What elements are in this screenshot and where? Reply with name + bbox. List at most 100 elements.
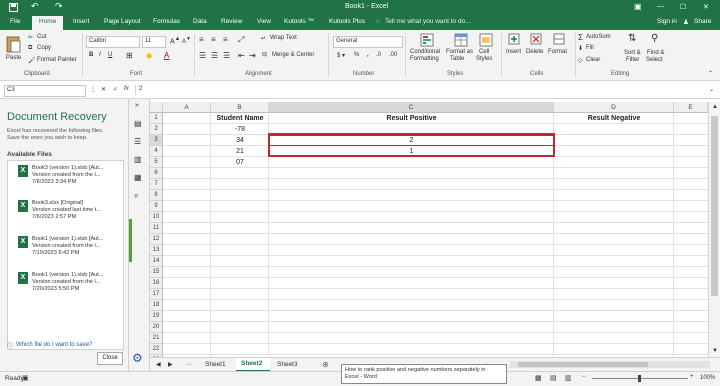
insert-function-icon[interactable]: fx [124, 86, 129, 92]
add-sheet-icon[interactable]: ⊕ [322, 360, 329, 369]
cell-b2[interactable]: -78 [211, 126, 269, 133]
save-icon[interactable] [9, 3, 18, 14]
increase-decimal-icon[interactable]: .0 [376, 52, 381, 58]
outdent-icon[interactable]: ⇥ [249, 51, 256, 60]
cell-styles-button[interactable]: Cell Styles [476, 33, 498, 69]
currency-icon[interactable]: $ ▾ [337, 52, 345, 59]
find-replace-icon[interactable]: ⌕ [134, 191, 138, 201]
align-center-icon[interactable]: ☰ [211, 51, 218, 60]
minimize-button[interactable]: — [657, 3, 664, 10]
next-sheet-icon[interactable]: ▶ [168, 361, 173, 368]
row-header[interactable]: 15 [150, 267, 163, 278]
font-size-select[interactable]: 11 [142, 36, 166, 48]
row-header[interactable]: 16 [150, 278, 163, 289]
zoom-out-icon[interactable]: − [582, 374, 586, 380]
column-header-a[interactable]: A [163, 102, 211, 113]
row-header[interactable]: 7 [150, 179, 163, 190]
conditional-formatting-button[interactable]: Conditional Formatting [410, 33, 446, 69]
close-recovery-button[interactable]: Close [97, 352, 123, 365]
cell-b4[interactable]: 21 [211, 148, 269, 155]
row-header[interactable]: 18 [150, 300, 163, 311]
decrease-decimal-icon[interactable]: .00 [389, 52, 397, 58]
align-left-icon[interactable]: ☰ [199, 51, 206, 60]
column-header-c[interactable]: C [269, 102, 554, 113]
page-layout-view-icon[interactable]: ▤ [550, 374, 557, 382]
cancel-icon[interactable]: ✕ [101, 86, 106, 93]
column-list-icon[interactable]: ▥ [134, 155, 142, 164]
sheet-menu-icon[interactable]: … [186, 361, 192, 367]
row-header[interactable]: 4 [150, 146, 163, 157]
clear-button[interactable]: Clear [586, 57, 600, 63]
row-header[interactable]: 20 [150, 322, 163, 333]
redo-icon[interactable]: ↷ [55, 1, 63, 12]
font-color-icon[interactable]: A [164, 51, 169, 60]
delete-cells-button[interactable]: Delete [526, 33, 546, 63]
copy-button[interactable]: Copy [37, 45, 51, 51]
row-header[interactable]: 12 [150, 234, 163, 245]
insert-cells-button[interactable]: Insert [505, 33, 523, 63]
font-name-select[interactable]: Calibri [86, 36, 140, 48]
number-format-select[interactable]: General [333, 36, 403, 48]
tell-me-box[interactable]: Tell me what you want to do... [385, 18, 471, 25]
zoom-slider-thumb[interactable] [638, 375, 641, 382]
format-painter-button[interactable]: Format Painter [37, 57, 77, 63]
share-button[interactable]: Share [694, 18, 711, 25]
maximize-button[interactable]: ☐ [680, 3, 686, 11]
borders-icon[interactable]: ⊞ [126, 51, 133, 60]
tab-view[interactable]: View [257, 18, 271, 25]
undo-icon[interactable]: ↶ [31, 1, 39, 12]
cut-button[interactable]: Cut [37, 34, 46, 40]
tab-review[interactable]: Review [221, 18, 242, 25]
row-header[interactable]: 1 [150, 113, 163, 124]
tab-kutools-plus[interactable]: Kutools Plus [329, 18, 365, 25]
autotext-icon[interactable]: ▦ [134, 173, 142, 182]
row-header[interactable]: 21 [150, 333, 163, 344]
increase-font-icon[interactable]: A▲ [170, 36, 180, 45]
tab-insert[interactable]: Insert [73, 18, 89, 25]
tab-home[interactable]: Home [32, 16, 64, 30]
autosum-button[interactable]: AutoSum [586, 34, 611, 40]
row-header[interactable]: 14 [150, 256, 163, 267]
which-file-link[interactable]: Which file do I want to save? [16, 342, 92, 348]
row-header[interactable]: 13 [150, 245, 163, 256]
row-header[interactable]: 8 [150, 190, 163, 201]
enter-icon[interactable]: ✓ [113, 86, 118, 93]
settings-gear-icon[interactable]: ⚙ [132, 351, 143, 365]
column-header-d[interactable]: D [554, 102, 674, 113]
align-middle-icon[interactable]: ≡ [211, 35, 216, 44]
merge-center-button[interactable]: Merge & Center [272, 52, 314, 58]
column-header-b[interactable]: B [211, 102, 269, 113]
fill-color-icon[interactable]: ◆ [146, 51, 152, 60]
fill-button[interactable]: Fill [586, 45, 594, 51]
page-break-view-icon[interactable]: ▥ [565, 374, 572, 382]
cell-c1[interactable]: Result Positive [269, 115, 554, 122]
orientation-icon[interactable]: ⤢ [238, 35, 244, 45]
scrollbar-thumb[interactable] [711, 116, 718, 296]
collapse-ribbon-icon[interactable]: ⌃ [708, 70, 713, 77]
bold-button[interactable]: B [89, 52, 93, 58]
row-header[interactable]: 6 [150, 168, 163, 179]
macro-record-icon[interactable]: ▣ [22, 374, 29, 382]
find-select-button[interactable]: ⚲ Find & Select [646, 33, 670, 67]
tab-kutools[interactable]: Kutools ™ [284, 18, 314, 25]
row-header[interactable]: 11 [150, 223, 163, 234]
tab-data[interactable]: Data [193, 18, 207, 25]
ribbon-display-icon[interactable]: ▣ [634, 2, 642, 11]
zoom-level[interactable]: 100% [700, 375, 715, 381]
format-cells-button[interactable]: Format [548, 33, 570, 63]
select-all-corner[interactable] [150, 102, 163, 113]
indent-icon[interactable]: ⇤ [238, 51, 245, 60]
comma-icon[interactable]: , [367, 52, 369, 58]
sheet-tab-3[interactable]: Sheet3 [277, 361, 298, 368]
horizontal-scrollbar[interactable] [510, 361, 710, 368]
expand-pane-icon[interactable]: » [135, 102, 139, 109]
align-top-icon[interactable]: ≡ [199, 35, 204, 44]
prev-sheet-icon[interactable]: ◀ [156, 361, 161, 368]
decrease-font-icon[interactable]: A▼ [182, 36, 191, 45]
row-header[interactable]: 17 [150, 289, 163, 300]
normal-view-icon[interactable]: ▦ [535, 374, 542, 382]
scroll-down-icon[interactable]: ▼ [712, 348, 718, 354]
cell-b5[interactable]: 07 [211, 159, 269, 166]
row-header[interactable]: 19 [150, 311, 163, 322]
worksheet-grid[interactable]: A B C D E 1 2 3 4 5 6 7 8 9 10 11 12 13 … [150, 102, 708, 366]
